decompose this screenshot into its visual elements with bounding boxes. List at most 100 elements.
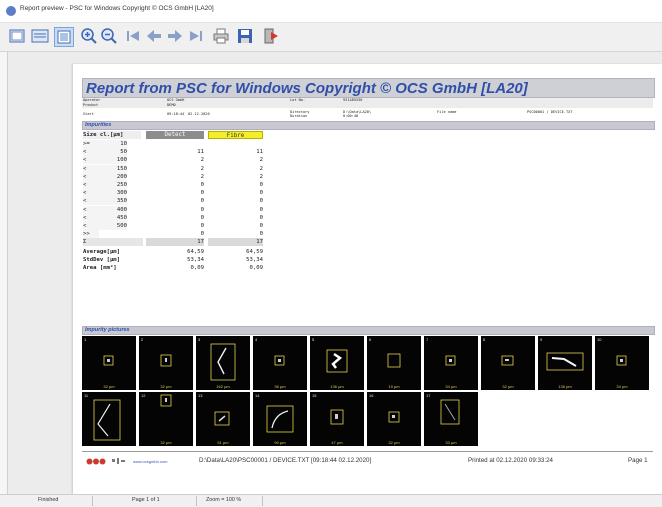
first-page-icon[interactable] — [124, 27, 142, 45]
size-operator: < — [83, 197, 99, 206]
size-class-value: 350 — [99, 197, 127, 206]
size-class-value: 500 — [99, 222, 127, 230]
thumbnail-size-label: 32 µm — [103, 384, 115, 389]
fibre-count: 0 — [259, 214, 263, 221]
size-class-value: 150 — [99, 164, 127, 173]
page-width-icon[interactable] — [31, 27, 49, 45]
fibre-count: 2 — [259, 173, 263, 180]
size-operator: < — [83, 172, 99, 181]
last-page-icon[interactable] — [187, 27, 205, 45]
impurity-particle-image — [326, 349, 348, 373]
size-operator: < — [83, 213, 99, 222]
status-zoom: Zoom = 100 % — [206, 497, 242, 503]
impurity-particle-image — [546, 352, 584, 371]
impurity-thumbnail: 10 34 µm — [595, 336, 649, 390]
stat-detect: 0,09 — [190, 265, 204, 271]
thumbnail-size-label: 32 µm — [388, 440, 400, 445]
thumbnail-number: 6 — [369, 337, 372, 342]
size-operator: >= — [83, 140, 99, 148]
pictures-section-header: Impurity pictures — [82, 326, 655, 335]
thumbnail-size-label: 32 µm — [160, 440, 172, 445]
size-operator: < — [83, 189, 99, 198]
toolbar — [0, 23, 662, 52]
fibre-count: 2 — [259, 157, 263, 164]
impurities-section-title: Impurities — [85, 122, 112, 128]
impurity-thumbnail: 15 47 µm — [310, 392, 364, 446]
detect-count: 0 — [200, 206, 204, 213]
impurity-particle-image — [160, 394, 172, 407]
impurity-thumbnail: 8 32 µm — [481, 336, 535, 390]
thumbnail-number: 10 — [597, 337, 602, 342]
report-title-bar: Report from PSC for Windows Copyright © … — [82, 78, 655, 98]
sum-fibre: 17 — [208, 238, 263, 247]
report-page: Report from PSC for Windows Copyright © … — [73, 64, 662, 494]
status-separator — [92, 496, 93, 506]
lot-label: Lot No. — [290, 98, 306, 102]
footer-file-info: D:\Data\LA20\PSC00001 / DEVICE.TXT [09:1… — [199, 457, 372, 464]
operator-value: OCS GmbH — [167, 98, 185, 102]
thumbnail-number: 9 — [540, 337, 543, 342]
print-icon[interactable] — [212, 27, 230, 45]
size-class-header: Size cl.[µm] — [83, 131, 141, 139]
full-page-icon[interactable] — [54, 27, 74, 47]
impurity-particle-image — [330, 409, 344, 425]
impurity-thumbnail: 1 32 µm — [82, 336, 136, 390]
thumbnail-size-label: 34 µm — [445, 384, 457, 389]
detect-count: 0 — [200, 182, 204, 188]
exit-icon[interactable] — [262, 27, 280, 45]
thumbnail-size-label: 162 µm — [216, 384, 230, 389]
thumbnail-size-label: 90 µm — [274, 440, 286, 445]
fibre-count: 0 — [259, 231, 263, 238]
impurity-thumbnail: 14 90 µm — [253, 392, 307, 446]
zoom-out-icon[interactable] — [100, 27, 118, 45]
sum-detect: 17 — [146, 238, 204, 247]
thumbnail-number: 17 — [426, 393, 431, 398]
status-page: Page 1 of 1 — [132, 497, 160, 503]
next-page-icon[interactable] — [166, 27, 184, 45]
size-operator: < — [83, 164, 99, 173]
duration-value: 0:00:48 — [343, 114, 359, 118]
left-pane — [0, 52, 8, 494]
impurity-thumbnail: 6 19 µm — [367, 336, 421, 390]
impurity-thumbnail: 5 136 µm — [310, 336, 364, 390]
zoom-in-icon[interactable] — [80, 27, 98, 45]
thumbnail-number: 16 — [369, 393, 374, 398]
thumbnail-number: 14 — [255, 393, 260, 398]
fibre-count: 0 — [259, 190, 263, 197]
page-view-icon[interactable] — [8, 27, 26, 45]
detect-count: 0 — [200, 231, 204, 238]
product-value: DEMO — [167, 103, 176, 107]
thumbnail-number: 11 — [84, 393, 89, 398]
preview-area[interactable]: Report from PSC for Windows Copyright © … — [0, 52, 662, 494]
stat-detect: 64,59 — [187, 248, 204, 255]
save-icon[interactable] — [236, 27, 254, 45]
lot-value: 931485536 — [343, 98, 363, 102]
impurity-thumbnail: 4 36 µm — [253, 336, 307, 390]
size-class-value: 400 — [99, 205, 127, 214]
sum-label: Σ — [83, 238, 143, 247]
thumbnail-number: 12 — [141, 393, 146, 398]
size-class-value: 250 — [99, 181, 127, 189]
size-class-value: 300 — [99, 189, 127, 198]
stat-label: Average[µm] — [83, 248, 121, 255]
fibre-count: 0 — [259, 198, 263, 205]
size-operator: >> — [83, 230, 99, 239]
size-operator: < — [83, 156, 99, 165]
impurity-particle-image — [160, 354, 172, 367]
size-class-value: 200 — [99, 172, 127, 181]
previous-page-icon[interactable] — [145, 27, 163, 45]
thumbnail-number: 2 — [141, 337, 144, 342]
detect-count: 0 — [200, 190, 204, 197]
detect-count: 2 — [200, 165, 204, 172]
impurity-particle-image — [388, 411, 400, 423]
status-state: Finished — [38, 497, 59, 503]
impurities-section-header: Impurities — [82, 121, 655, 130]
detect-count: 2 — [200, 157, 204, 164]
thumbnail-number: 8 — [483, 337, 486, 342]
impurity-thumbnail: 11 — [82, 392, 136, 446]
window-title: Report preview - PSC for Windows Copyrig… — [20, 5, 214, 12]
size-class-value: 450 — [99, 213, 127, 222]
size-operator: < — [83, 205, 99, 214]
start-date: 09:18:44 — [167, 112, 185, 116]
impurity-thumbnail: 13 51 µm — [196, 392, 250, 446]
